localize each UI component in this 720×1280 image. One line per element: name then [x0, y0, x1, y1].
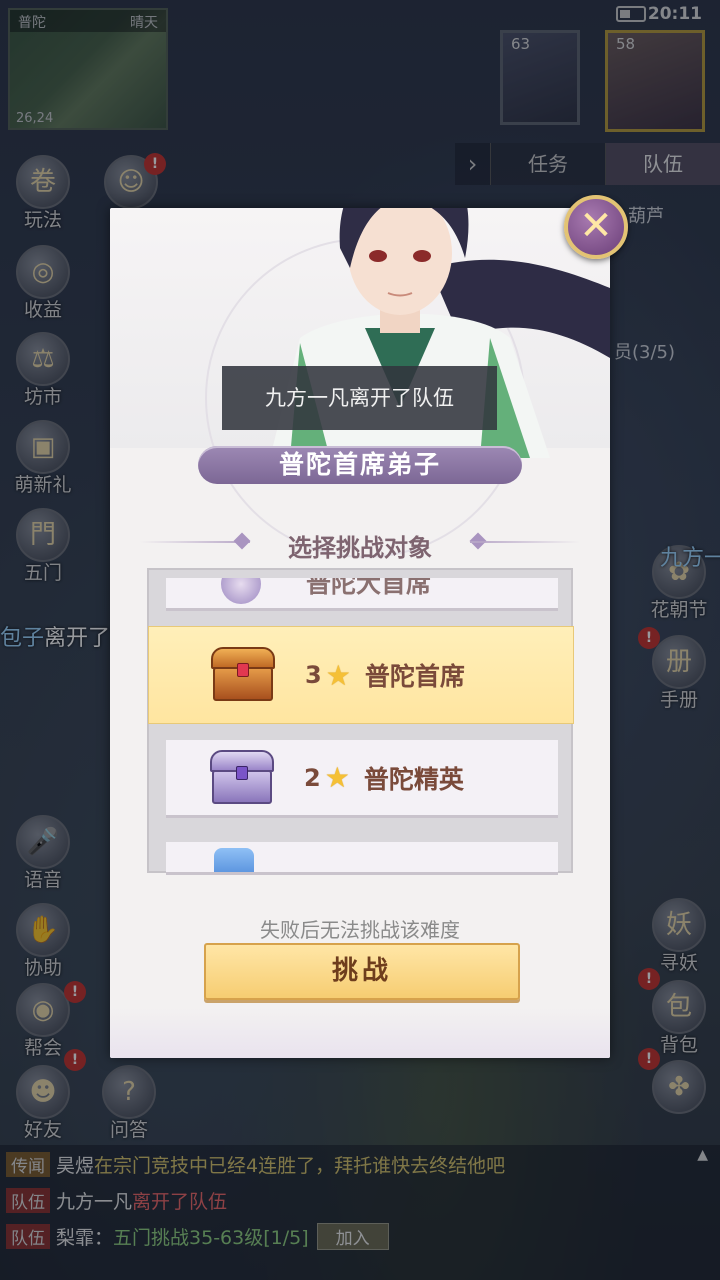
close-icon[interactable]: ✕ — [564, 195, 628, 259]
toast-notification: 九方一凡离开了队伍 — [222, 366, 497, 430]
difficulty-name: 普陀精英 — [363, 764, 464, 794]
difficulty-list[interactable]: 普陀大首席 3 ★ 普陀首席 2 ★ 普陀精英 — [147, 568, 574, 875]
difficulty-stars: 2 ★ — [304, 761, 350, 794]
decorative-wave — [110, 1008, 610, 1058]
difficulty-option-partial[interactable]: 普陀大首席 — [166, 578, 558, 611]
star-count: 3 — [305, 661, 322, 689]
hero-showcase: 九方一凡离开了队伍 — [110, 208, 610, 558]
difficulty-option-selected[interactable]: 3 ★ 普陀首席 — [148, 626, 574, 724]
gold-chest-icon — [211, 647, 275, 703]
difficulty-option-partial[interactable] — [166, 842, 558, 875]
challenge-button[interactable]: 挑战 — [204, 943, 520, 1000]
blue-chest-icon — [214, 848, 254, 872]
star-icon: ★ — [325, 658, 351, 692]
divider-line — [470, 541, 580, 543]
failure-hint: 失败后无法挑战该难度 — [260, 918, 460, 942]
challenge-dialog: 九方一凡离开了队伍 普陀首席弟子 选择挑战对象 普陀大首席 3 ★ 普陀首席 2 ★ — [110, 208, 610, 1058]
chest-icon — [221, 578, 261, 604]
purple-chest-icon — [210, 749, 274, 806]
star-icon: ★ — [324, 761, 350, 794]
difficulty-name: 普陀首席 — [364, 662, 465, 691]
star-count: 2 — [304, 763, 321, 792]
dialog-title: 普陀首席弟子 — [198, 446, 522, 484]
select-target-heading: 选择挑战对象 — [288, 534, 432, 562]
difficulty-name: 普陀大首席 — [306, 578, 432, 598]
difficulty-stars: 3 ★ — [305, 659, 351, 692]
difficulty-option[interactable]: 2 ★ 普陀精英 — [166, 740, 558, 818]
